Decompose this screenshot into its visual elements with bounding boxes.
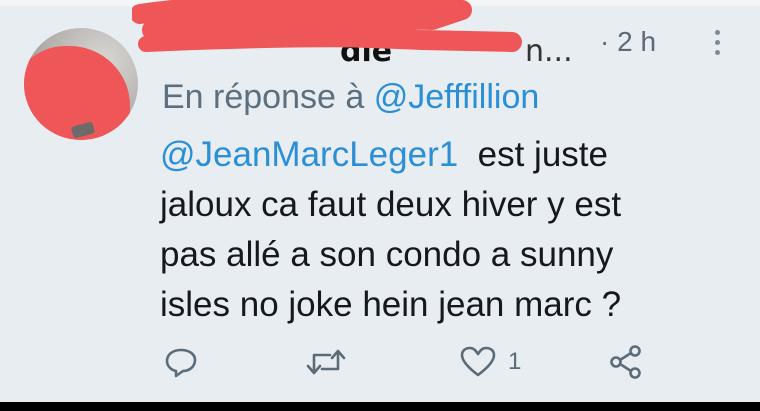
share-button[interactable] bbox=[608, 342, 644, 382]
reply-to-mention[interactable]: @Jefffillion bbox=[374, 78, 540, 116]
retweet-icon bbox=[306, 349, 346, 375]
tweet-timestamp[interactable]: · 2 h bbox=[600, 26, 656, 58]
action-bar: 1 bbox=[160, 342, 680, 382]
like-count: 1 bbox=[508, 348, 522, 375]
reply-button[interactable] bbox=[164, 342, 198, 382]
body-line-4: isles no joke hein jean marc ? bbox=[160, 285, 622, 324]
like-button[interactable]: 1 bbox=[460, 342, 521, 382]
share-icon bbox=[610, 345, 641, 379]
retweet-button[interactable] bbox=[306, 342, 346, 382]
reply-context: En réponse à @Jefffillion bbox=[162, 78, 539, 117]
body-mention[interactable]: @JeanMarcLeger1 bbox=[160, 135, 458, 174]
heart-icon bbox=[460, 346, 496, 377]
avatar[interactable] bbox=[24, 28, 138, 140]
reply-prefix: En réponse à bbox=[162, 78, 365, 116]
body-line-2: jaloux ca faut deux hiver y est bbox=[160, 185, 622, 224]
body-line-1: est juste bbox=[477, 135, 608, 174]
body-line-3: pas allé a son condo a sunny bbox=[160, 235, 614, 274]
tweet-text: @JeanMarcLeger1 est juste jaloux ca faut… bbox=[160, 130, 740, 330]
name-redaction bbox=[132, 0, 522, 52]
reply-icon bbox=[165, 348, 197, 378]
time-separator: · bbox=[600, 26, 610, 57]
more-options-icon[interactable] bbox=[711, 30, 723, 58]
time-value: 2 h bbox=[617, 26, 657, 57]
tweet-card[interactable]: die n... · 2 h En réponse à @Jefffillion… bbox=[0, 0, 760, 402]
